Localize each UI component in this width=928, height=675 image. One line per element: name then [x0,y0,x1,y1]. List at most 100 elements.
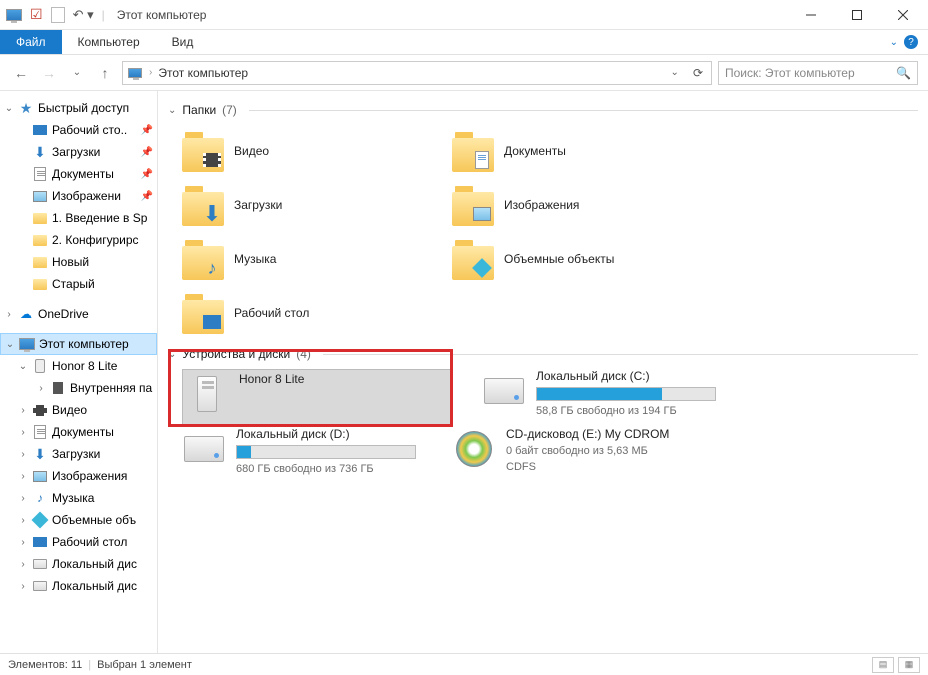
computer-icon [127,65,143,81]
sidebar-item-documents[interactable]: ›Документы📌 [0,163,157,185]
search-placeholder: Поиск: Этот компьютер [725,66,855,80]
sidebar-item-downloads[interactable]: ›⬇Загрузки📌 [0,141,157,163]
sidebar-item-folder[interactable]: ›Новый [0,251,157,273]
search-icon: 🔍 [896,66,911,80]
download-icon: ⬇ [203,201,221,227]
help-icon[interactable]: ? [904,35,918,49]
status-bar: Элементов: 11 | Выбран 1 элемент ▤ ▦ [0,653,928,675]
search-input[interactable]: Поиск: Этот компьютер 🔍 [718,61,918,85]
pin-icon: 📌 [141,147,153,158]
tab-computer[interactable]: Компьютер [62,30,156,54]
titlebar: ☑ ↶ ▾ | Этот компьютер [0,0,928,30]
maximize-button[interactable] [834,0,880,30]
new-folder-icon[interactable] [51,7,65,23]
sidebar-onedrive[interactable]: ›☁OneDrive [0,303,157,325]
folder-desktop[interactable]: Рабочий стол [182,287,422,339]
content-area: ⌄ Папки (7) Видео Документы ⬇Загрузки Из… [158,91,928,653]
computer-icon [6,7,22,23]
folder-documents[interactable]: Документы [452,125,692,177]
sidebar: ⌄★ Быстрый доступ ›Рабочий сто..📌 ›⬇Загр… [0,91,158,653]
folder-music[interactable]: ♪Музыка [182,233,422,285]
folder-3d-objects[interactable]: Объемные объекты [452,233,692,285]
view-details-button[interactable]: ▤ [872,657,894,673]
sidebar-item-documents[interactable]: ›Документы [0,421,157,443]
sidebar-item-folder[interactable]: ›Старый [0,273,157,295]
tab-view[interactable]: Вид [156,30,210,54]
cd-icon [456,431,492,467]
address-bar[interactable]: › Этот компьютер ⌄ ⟳ [122,61,712,85]
cloud-icon: ☁ [18,306,34,322]
music-icon: ♪ [208,258,217,279]
folder-videos[interactable]: Видео [182,125,422,177]
sidebar-item-phone[interactable]: ⌄Honor 8 Lite [0,355,157,377]
chevron-down-icon: ⌄ [168,105,176,116]
folder-downloads[interactable]: ⬇Загрузки [182,179,422,231]
capacity-bar [536,387,716,401]
group-drives-header[interactable]: ⌄ Устройства и диски (4) [168,347,918,361]
sidebar-item-folder[interactable]: ›2. Конфигурирс [0,229,157,251]
forward-button[interactable]: → [38,62,60,84]
document-icon [32,166,48,182]
computer-icon [19,336,35,352]
refresh-icon[interactable]: ⟳ [689,66,707,80]
sidebar-item-pictures[interactable]: ›Изображения [0,465,157,487]
minimize-button[interactable] [788,0,834,30]
sidebar-item-videos[interactable]: ›Видео [0,399,157,421]
music-icon: ♪ [32,490,48,506]
close-button[interactable] [880,0,926,30]
folder-pictures[interactable]: Изображения [452,179,692,231]
sidebar-this-pc[interactable]: ⌄Этот компьютер [0,333,157,355]
drive-cdrom[interactable]: CD-дисковод (E:) My CDROM 0 байт свободн… [452,427,692,483]
film-icon [203,153,221,167]
back-button[interactable]: ← [10,62,32,84]
window-title: Этот компьютер [117,8,207,22]
sidebar-item-drive[interactable]: ›Локальный дис [0,553,157,575]
sidebar-item-folder[interactable]: ›1. Введение в Sp [0,207,157,229]
document-icon [475,151,489,169]
ribbon: Файл Компьютер Вид ⌄ ? [0,30,928,55]
folder-icon [32,276,48,292]
pin-icon: 📌 [141,191,153,202]
chevron-right-icon: › [149,67,152,78]
undo-icon[interactable]: ↶ ▾ [73,7,94,23]
chevron-down-icon: ⌄ [168,349,176,360]
desktop-icon [32,122,48,138]
device-honor-8-lite[interactable]: Honor 8 Lite [182,369,452,425]
document-icon [32,424,48,440]
quick-access-toolbar: ☑ ↶ ▾ | [2,6,105,23]
drive-icon [32,578,48,594]
tab-file[interactable]: Файл [0,30,62,54]
sidebar-item-internal-storage[interactable]: ›Внутренняя па [0,377,157,399]
desktop-icon [32,534,48,550]
download-icon: ⬇ [32,144,48,160]
download-icon: ⬇ [32,446,48,462]
pin-icon: 📌 [141,169,153,180]
sd-icon [50,380,66,396]
hdd-icon [484,378,524,404]
sidebar-item-music[interactable]: ›♪Музыка [0,487,157,509]
drive-d[interactable]: Локальный диск (D:) 680 ГБ свободно из 7… [182,427,422,483]
sidebar-item-desktop[interactable]: ›Рабочий стол [0,531,157,553]
pin-icon: 📌 [141,125,153,136]
sidebar-item-desktop[interactable]: ›Рабочий сто..📌 [0,119,157,141]
status-item-count: Элементов: 11 [8,659,82,671]
view-tiles-button[interactable]: ▦ [898,657,920,673]
properties-icon[interactable]: ☑ [30,6,43,23]
film-icon [32,402,48,418]
cube-icon [32,512,48,528]
sidebar-item-downloads[interactable]: ›⬇Загрузки [0,443,157,465]
group-folders-header[interactable]: ⌄ Папки (7) [168,103,918,117]
phone-icon [32,358,48,374]
drive-c[interactable]: Локальный диск (C:) 58,8 ГБ свободно из … [482,369,722,425]
history-dropdown[interactable]: ⌄ [66,62,88,84]
folder-icon [32,232,48,248]
sidebar-quick-access[interactable]: ⌄★ Быстрый доступ [0,97,157,119]
hdd-icon [184,436,224,462]
ribbon-right: ⌄ ? [890,30,928,54]
ribbon-expand-icon[interactable]: ⌄ [890,37,898,48]
sidebar-item-3d-objects[interactable]: ›Объемные объ [0,509,157,531]
sidebar-item-pictures[interactable]: ›Изображени📌 [0,185,157,207]
up-button[interactable]: ↑ [94,62,116,84]
sidebar-item-drive[interactable]: ›Локальный дис [0,575,157,597]
address-dropdown-icon[interactable]: ⌄ [667,67,683,78]
